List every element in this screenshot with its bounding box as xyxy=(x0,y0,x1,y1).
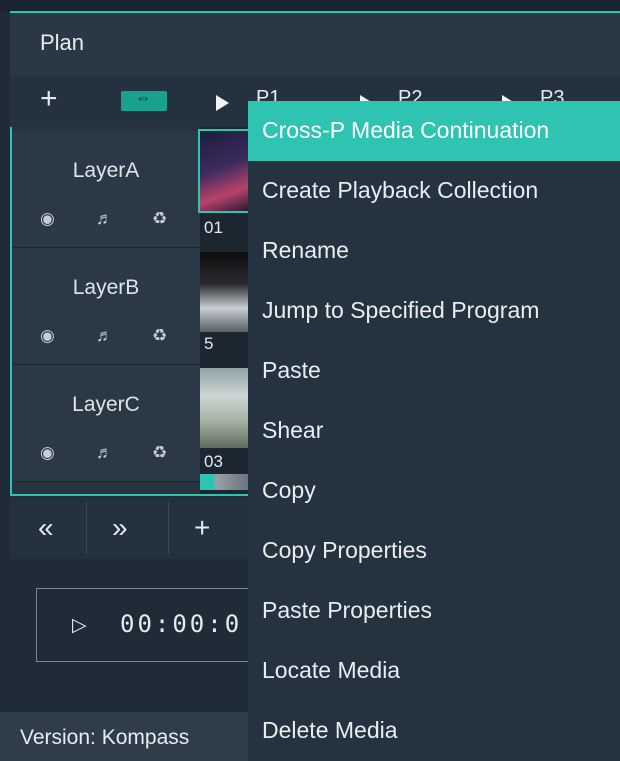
layer-controls: ◉ ♬ ♻ xyxy=(40,326,190,346)
menu-item-label: Locate Media xyxy=(262,657,401,683)
previous-button[interactable]: « xyxy=(38,512,54,544)
divider xyxy=(168,502,169,554)
lock-icon[interactable]: ♻ xyxy=(152,443,167,463)
layer-name: LayerC xyxy=(72,393,140,416)
version-label: Version: Kompass xyxy=(20,726,190,749)
layer-row-c[interactable]: LayerC ◉ ♬ ♻ xyxy=(12,365,200,482)
layer-row-b[interactable]: LayerB ◉ ♬ ♻ xyxy=(12,248,200,365)
menu-item-copy-properties[interactable]: Copy Properties xyxy=(248,521,620,581)
link-icon[interactable]: ⇔ xyxy=(121,90,167,111)
plan-header xyxy=(10,13,620,75)
divider xyxy=(86,502,87,554)
menu-item-label: Copy xyxy=(262,477,316,503)
lock-icon[interactable]: ♻ xyxy=(152,326,167,346)
play-icon[interactable]: ▷ xyxy=(72,614,87,637)
context-menu: Cross-P Media Continuation Create Playba… xyxy=(248,101,620,761)
thumbnail-number: 5 xyxy=(204,334,214,353)
thumbnail-number: 03 xyxy=(204,452,223,471)
app-window: Plan + ⇔ P1 P2 P3 LayerA ◉ ♬ ♻ LayerB ◉ … xyxy=(0,0,620,761)
layer-name: LayerB xyxy=(72,276,140,299)
menu-item-label: Paste Properties xyxy=(262,597,433,623)
speaker-icon[interactable]: ♬ xyxy=(96,209,113,229)
menu-item-rename[interactable]: Rename xyxy=(248,221,620,281)
menu-item-create-playback-collection[interactable]: Create Playback Collection xyxy=(248,161,620,221)
panel-bottom-border xyxy=(10,494,248,496)
menu-item-label: Paste xyxy=(262,357,321,383)
menu-item-label: Delete Media xyxy=(262,717,398,743)
media-thumbnail[interactable] xyxy=(198,129,250,213)
plan-title: Plan xyxy=(40,30,85,55)
menu-item-label: Copy Properties xyxy=(262,537,427,563)
speaker-icon[interactable]: ♬ xyxy=(96,443,113,463)
eye-icon[interactable]: ◉ xyxy=(40,326,55,346)
layer-controls: ◉ ♬ ♻ xyxy=(40,443,190,463)
lock-icon[interactable]: ♻ xyxy=(152,209,167,229)
menu-item-locate-media[interactable]: Locate Media xyxy=(248,641,620,701)
add-button[interactable]: + xyxy=(194,512,210,544)
menu-item-cross-p-media-continuation[interactable]: Cross-P Media Continuation xyxy=(248,101,620,161)
menu-item-label: Shear xyxy=(262,417,324,443)
timecode-display: 00:00:0 xyxy=(120,610,243,638)
layer-name: LayerA xyxy=(72,159,140,182)
menu-item-jump-to-specified-program[interactable]: Jump to Specified Program xyxy=(248,281,620,341)
menu-item-label: Create Playback Collection xyxy=(262,177,539,203)
media-thumbnail[interactable] xyxy=(200,368,248,448)
next-button[interactable]: » xyxy=(112,512,128,544)
speaker-icon[interactable]: ♬ xyxy=(96,326,113,346)
menu-item-label: Jump to Specified Program xyxy=(262,297,540,323)
menu-item-shear[interactable]: Shear xyxy=(248,401,620,461)
menu-item-label: Cross-P Media Continuation xyxy=(262,117,550,143)
menu-item-paste-properties[interactable]: Paste Properties xyxy=(248,581,620,641)
layer-row-a[interactable]: LayerA ◉ ♬ ♻ xyxy=(12,131,200,248)
menu-item-delete-media[interactable]: Delete Media xyxy=(248,701,620,761)
play-icon[interactable] xyxy=(216,95,229,111)
media-thumbnail[interactable] xyxy=(200,252,248,332)
thumbnail-number: 01 xyxy=(204,218,223,237)
eye-icon[interactable]: ◉ xyxy=(40,209,55,229)
media-thumbnail[interactable] xyxy=(200,474,248,490)
menu-item-copy[interactable]: Copy xyxy=(248,461,620,521)
eye-icon[interactable]: ◉ xyxy=(40,443,55,463)
menu-item-label: Rename xyxy=(262,237,349,263)
layer-controls: ◉ ♬ ♻ xyxy=(40,209,190,229)
menu-item-paste[interactable]: Paste xyxy=(248,341,620,401)
add-program-icon[interactable]: + xyxy=(40,84,58,114)
